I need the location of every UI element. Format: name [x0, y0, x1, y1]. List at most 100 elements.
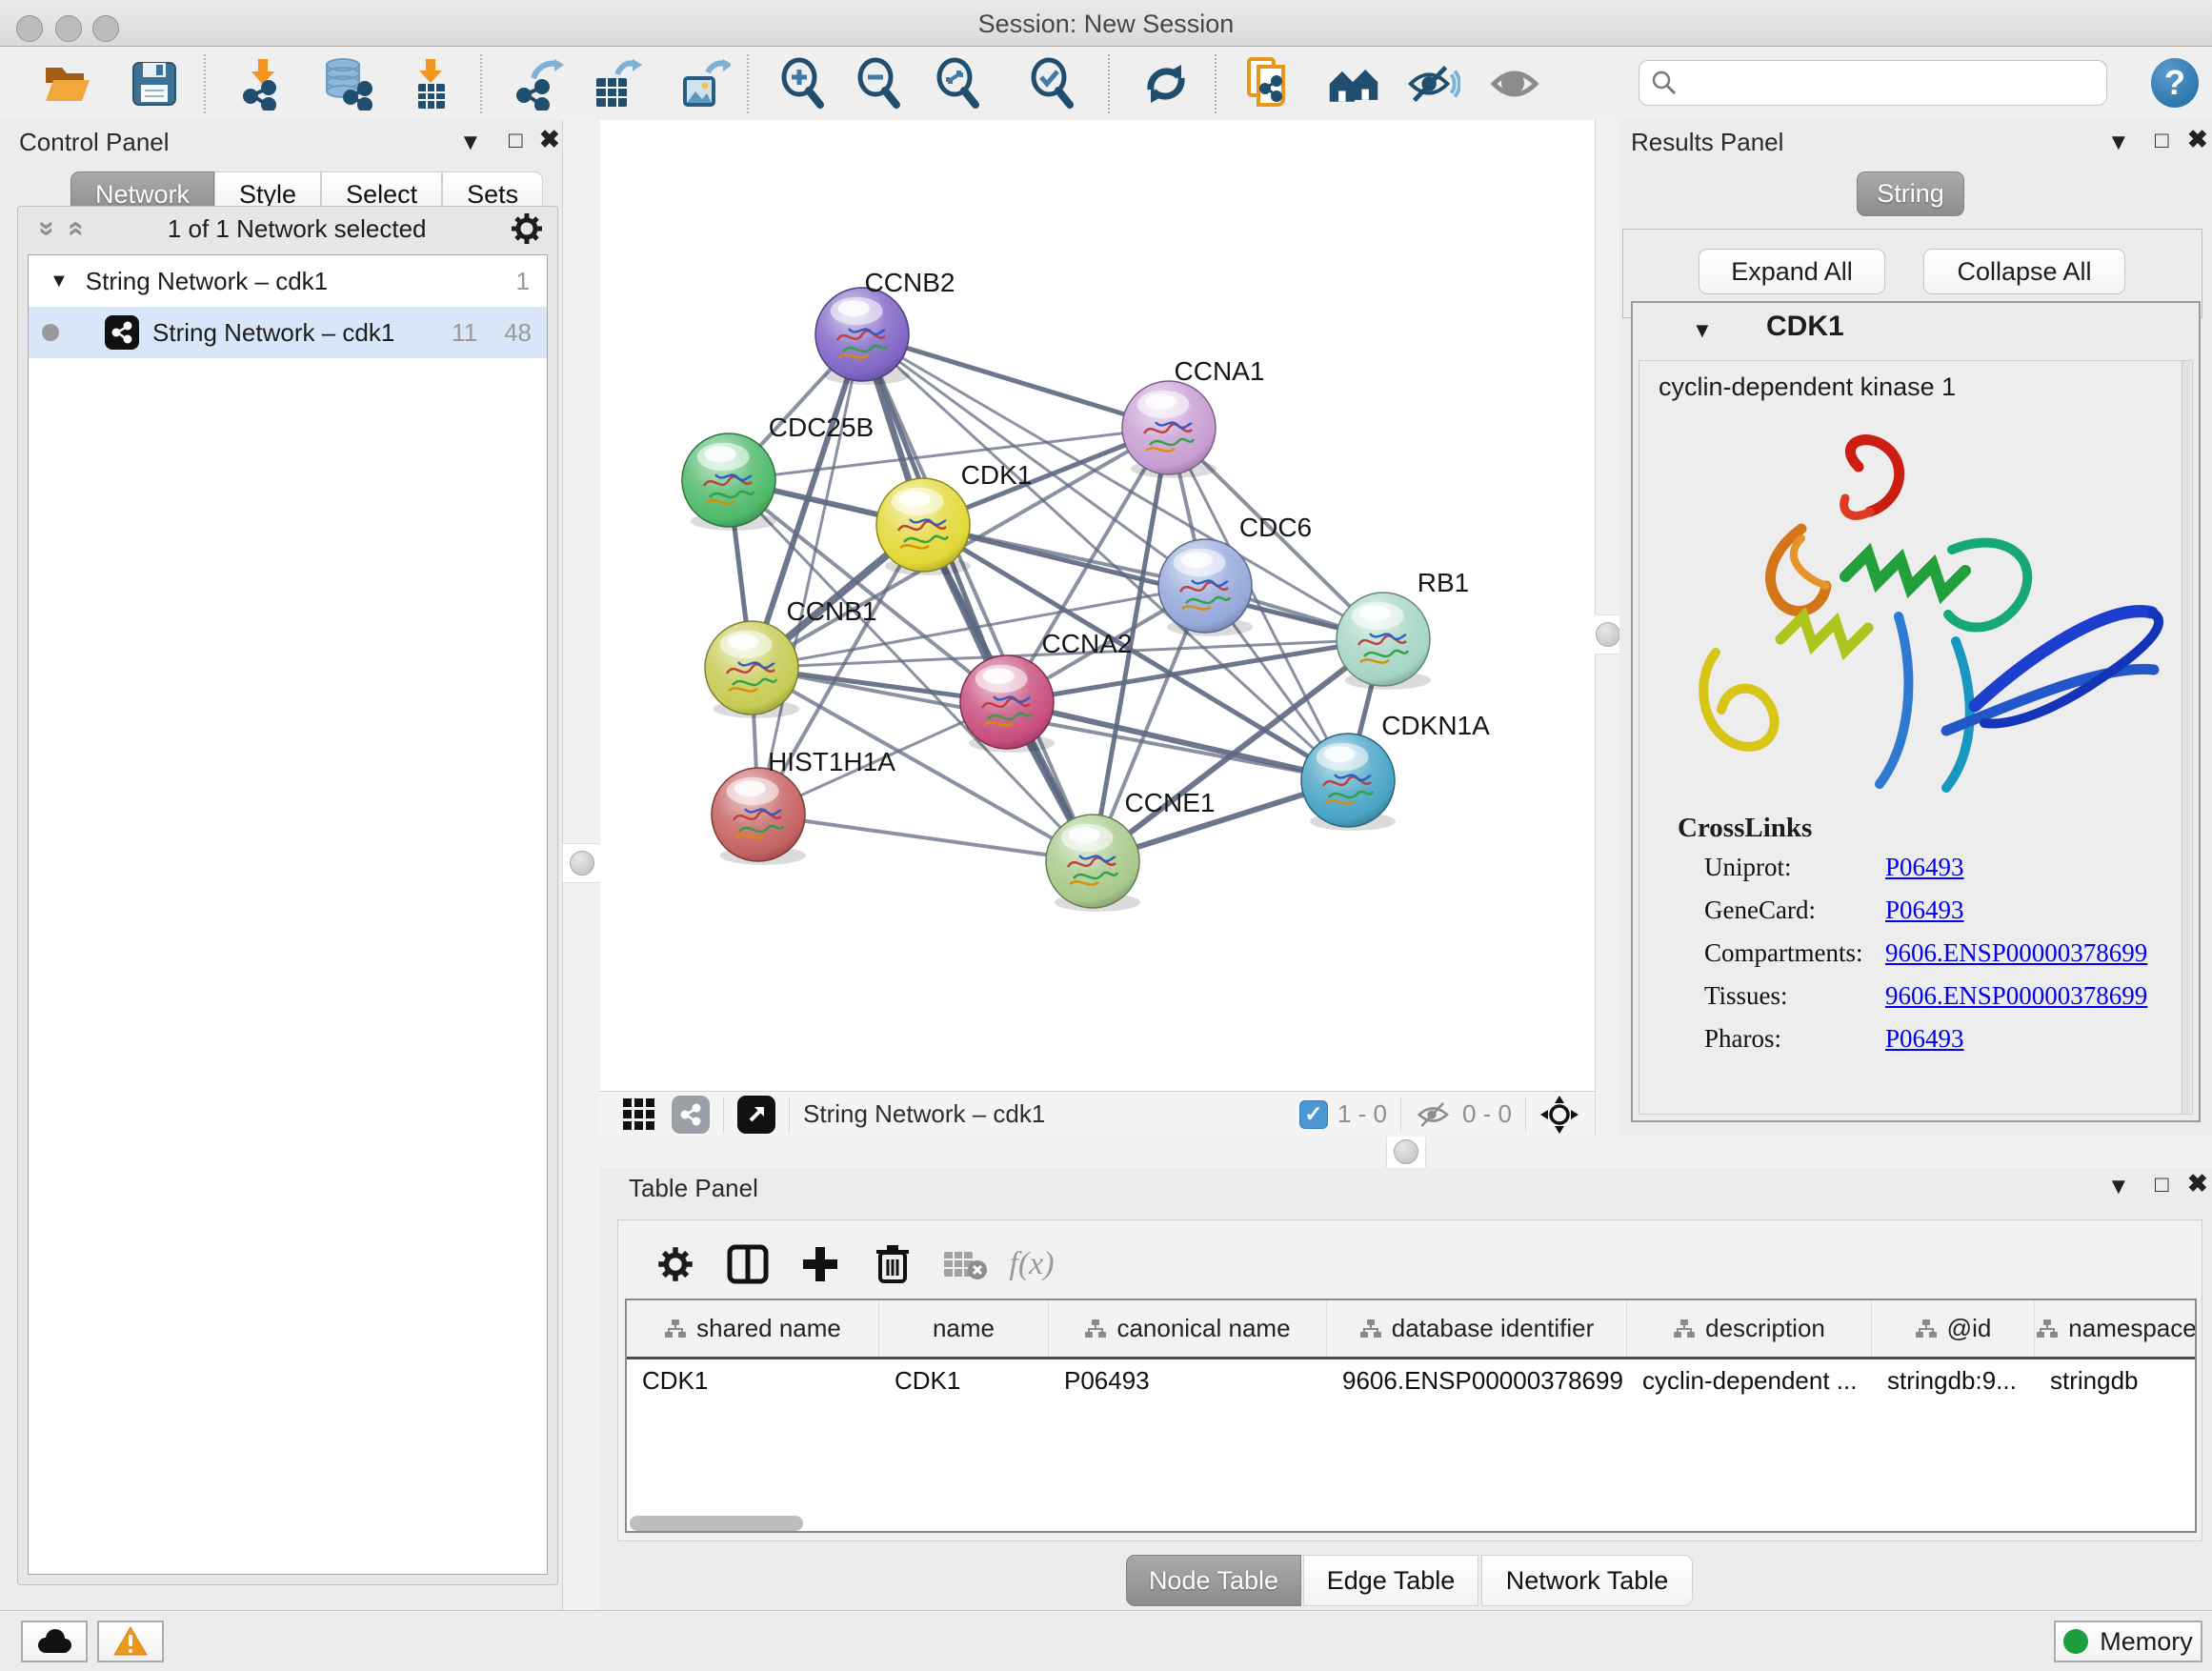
close-panel-icon[interactable]: ✖: [2187, 128, 2208, 151]
zoom-in-button[interactable]: [775, 56, 831, 111]
table-cell[interactable]: stringdb: [2035, 1366, 2197, 1396]
delete-column-button[interactable]: [864, 1238, 921, 1291]
export-image-button[interactable]: [676, 56, 732, 111]
crosslink-link[interactable]: P06493: [1885, 853, 1964, 882]
export-network-button[interactable]: [512, 56, 567, 111]
network-row-selected[interactable]: String Network – cdk1 11 48: [29, 307, 547, 358]
node-label-CCNB2: CCNB2: [865, 268, 955, 297]
node-highlight: [734, 780, 766, 796]
column-header-namespace[interactable]: namespace: [2035, 1300, 2197, 1357]
right-splitter[interactable]: [1595, 120, 1621, 1136]
zoom-out-button[interactable]: [852, 56, 907, 111]
network-canvas[interactable]: CCNB2CCNA1CDC25BCDK1CDC6RB1CCNB1CCNA2CDK…: [600, 120, 1595, 1091]
crosslink-link[interactable]: 9606.ENSP00000378699: [1885, 981, 2147, 1011]
export-table-button[interactable]: [588, 56, 643, 111]
collapse-all-button[interactable]: Collapse All: [1923, 249, 2125, 294]
splitter-handle-icon[interactable]: [1386, 1132, 1426, 1172]
save-session-button[interactable]: [127, 56, 182, 111]
close-panel-icon[interactable]: ✖: [2187, 1172, 2208, 1195]
delete-table-button[interactable]: [936, 1238, 994, 1291]
grid-view-icon[interactable]: [623, 1098, 654, 1130]
network-collection-row[interactable]: ▼ String Network – cdk1 1: [29, 255, 547, 307]
gear-icon[interactable]: [510, 211, 544, 246]
bottom-splitter[interactable]: [600, 1136, 2212, 1168]
open-in-window-icon[interactable]: [737, 1096, 775, 1134]
tab-network-table[interactable]: Network Table: [1481, 1555, 1693, 1606]
collapse-panel-icon[interactable]: ▼: [2107, 131, 2130, 154]
table-cell[interactable]: CDK1: [879, 1366, 1049, 1396]
results-scrollbar[interactable]: [2182, 361, 2190, 1114]
import-network-from-database-button[interactable]: [319, 56, 374, 111]
table-cell[interactable]: CDK1: [627, 1366, 879, 1396]
zoom-fit-button[interactable]: [931, 56, 986, 111]
crosslink-link[interactable]: P06493: [1885, 1024, 1964, 1054]
edge-HIST1H1A-CCNE1[interactable]: [758, 815, 1093, 861]
edge-CCNB2-CCNE1[interactable]: [862, 334, 1093, 861]
table-horizontal-scrollbar[interactable]: [630, 1516, 803, 1531]
share-view-icon[interactable]: [672, 1096, 710, 1134]
crosslink-label: Tissues:: [1704, 981, 1788, 1011]
tab-node-table[interactable]: Node Table: [1126, 1555, 1301, 1606]
function-builder-button[interactable]: f(x): [1003, 1238, 1060, 1291]
float-panel-icon[interactable]: □: [2155, 130, 2169, 152]
float-panel-icon[interactable]: □: [509, 130, 523, 152]
edge-CCNA2-CDKN1A[interactable]: [1007, 702, 1348, 780]
table-cell[interactable]: cyclin-dependent ...: [1627, 1366, 1872, 1396]
column-header-canonical-name[interactable]: canonical name: [1049, 1300, 1327, 1357]
tree-expand-icon[interactable]: ▼: [50, 271, 69, 292]
warnings-button[interactable]: [97, 1621, 164, 1662]
refresh-icon: [1139, 57, 1193, 111]
float-panel-icon[interactable]: □: [2155, 1174, 2169, 1197]
column-header-shared-name[interactable]: shared name: [627, 1300, 879, 1357]
memory-button[interactable]: Memory: [2054, 1621, 2202, 1662]
crosslink-link[interactable]: P06493: [1885, 896, 1964, 925]
network-from-selection-button[interactable]: [1242, 56, 1297, 111]
open-session-button[interactable]: [40, 56, 95, 111]
tab-edge-table[interactable]: Edge Table: [1303, 1555, 1478, 1606]
selected-checkbox-icon[interactable]: ✓: [1299, 1100, 1328, 1129]
collapse-all-networks-icon[interactable]: »: [30, 221, 63, 237]
table-row[interactable]: CDK1CDK1P064939606.ENSP00000378699cyclin…: [627, 1359, 2195, 1401]
left-splitter[interactable]: [562, 120, 602, 1610]
database-import-icon: [319, 57, 374, 111]
navigate-crosshair-icon[interactable]: [1539, 1095, 1579, 1135]
refresh-view-button[interactable]: [1138, 56, 1194, 111]
save-floppy-icon: [129, 59, 180, 109]
cloud-status-button[interactable]: [21, 1621, 88, 1662]
tree-column-icon: [2036, 1319, 2059, 1339]
network-graph[interactable]: CCNB2CCNA1CDC25BCDK1CDC6RB1CCNB1CCNA2CDK…: [600, 120, 1595, 1091]
column-header-database-identifier[interactable]: database identifier: [1327, 1300, 1627, 1357]
search-field[interactable]: [1639, 60, 2107, 106]
column-header-description[interactable]: description: [1627, 1300, 1872, 1357]
hidden-eye-icon[interactable]: [1415, 1099, 1453, 1130]
string-home-button[interactable]: [1326, 56, 1381, 111]
collapse-panel-icon[interactable]: ▼: [2107, 1176, 2130, 1198]
memory-label: Memory: [2100, 1627, 2193, 1657]
hide-selected-button[interactable]: [1405, 56, 1460, 111]
table-settings-button[interactable]: [647, 1238, 704, 1291]
table-cell[interactable]: P06493: [1049, 1366, 1327, 1396]
expand-all-button[interactable]: Expand All: [1699, 249, 1885, 294]
table-cell[interactable]: stringdb:9...: [1872, 1366, 2035, 1396]
search-input[interactable]: [1678, 69, 2106, 98]
table-cell[interactable]: 9606.ENSP00000378699: [1327, 1366, 1627, 1396]
zoom-selected-button[interactable]: [1025, 56, 1080, 111]
close-panel-icon[interactable]: ✖: [539, 128, 560, 151]
show-all-button[interactable]: [1488, 56, 1543, 111]
show-columns-button[interactable]: [719, 1238, 776, 1291]
column-header-@id[interactable]: @id: [1872, 1300, 2035, 1357]
crosslink-link[interactable]: 9606.ENSP00000378699: [1885, 938, 2147, 968]
import-network-from-file-button[interactable]: [235, 56, 291, 111]
edge-CDK1-RB1[interactable]: [923, 525, 1383, 639]
help-button[interactable]: ?: [2151, 58, 2199, 108]
toolbar-separator: [1400, 1097, 1401, 1132]
import-table-from-file-button[interactable]: [403, 56, 458, 111]
collapse-panel-icon[interactable]: ▼: [459, 131, 482, 154]
expand-all-networks-icon[interactable]: «: [60, 221, 92, 237]
column-header-name[interactable]: name: [879, 1300, 1049, 1357]
tab-string[interactable]: String: [1857, 171, 1964, 216]
card-collapse-icon[interactable]: ▼: [1692, 318, 1713, 343]
create-column-button[interactable]: [792, 1238, 849, 1291]
edge-CCNB2-CCNA1[interactable]: [862, 334, 1169, 428]
splitter-handle-icon[interactable]: [562, 843, 602, 883]
